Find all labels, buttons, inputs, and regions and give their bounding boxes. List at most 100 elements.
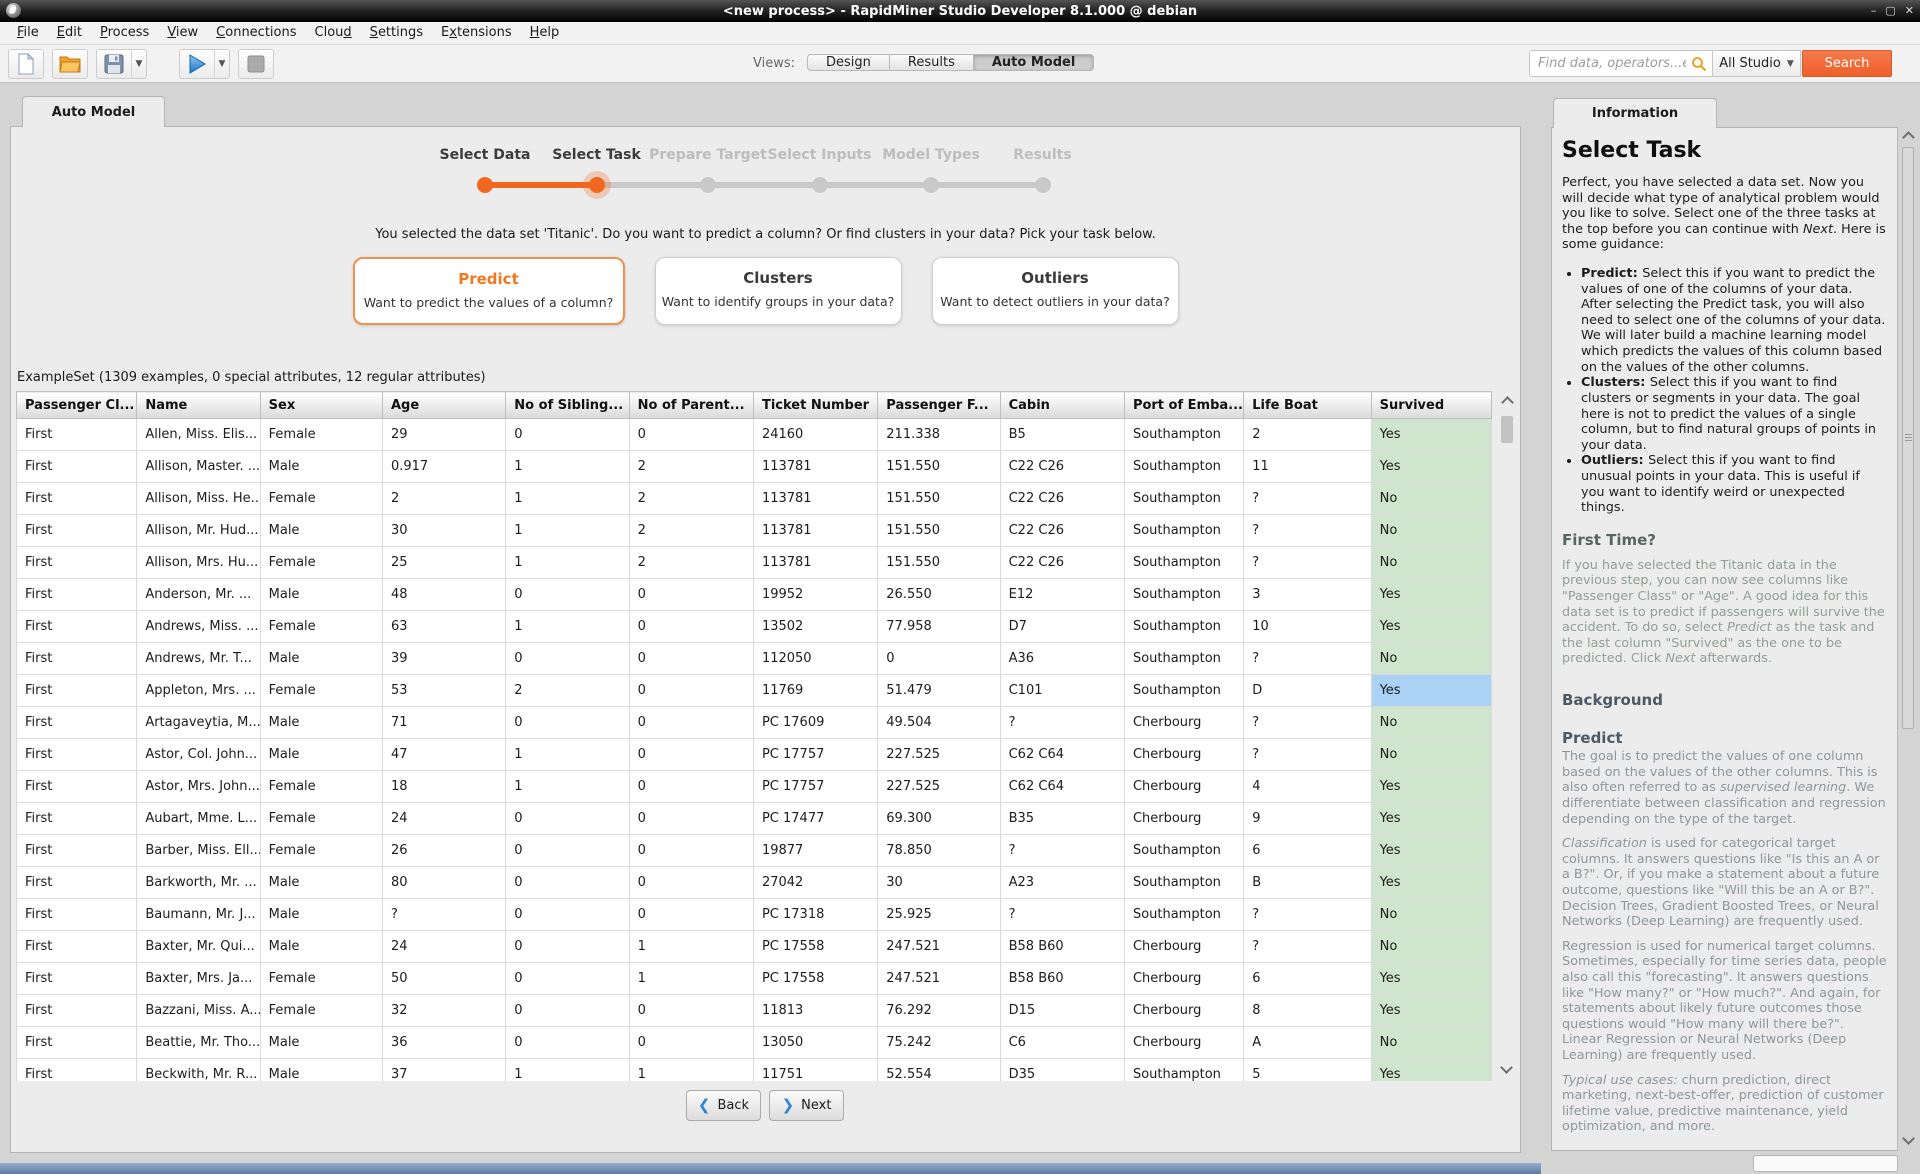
table-cell[interactable]: Southampton [1124,579,1243,611]
table-cell[interactable]: 24160 [753,419,877,451]
table-cell[interactable]: No [1371,483,1491,515]
table-cell[interactable]: First [17,963,137,995]
table-cell[interactable]: Yes [1371,995,1491,1027]
table-cell[interactable]: B58 B60 [1000,963,1124,995]
next-button[interactable]: ❯ Next [769,1090,844,1121]
table-cell[interactable]: First [17,515,137,547]
table-cell[interactable]: 52.554 [878,1059,1000,1082]
table-cell[interactable]: ? [1244,643,1371,675]
table-cell[interactable]: 0 [629,867,753,899]
table-cell[interactable]: 6 [1244,835,1371,867]
table-cell[interactable]: 247.521 [878,931,1000,963]
task-card-outliers[interactable]: OutliersWant to detect outliers in your … [932,257,1179,325]
table-cell[interactable]: PC 17318 [753,899,877,931]
table-cell[interactable]: 27042 [753,867,877,899]
table-cell[interactable]: First [17,803,137,835]
table-cell[interactable]: Allen, Miss. Elis... [137,419,260,451]
table-cell[interactable]: Yes [1371,611,1491,643]
table-cell[interactable]: Anderson, Mr. ... [137,579,260,611]
table-cell[interactable]: Cherbourg [1124,707,1243,739]
table-cell[interactable]: Female [260,995,382,1027]
table-cell[interactable]: Aubart, Mme. L... [137,803,260,835]
scroll-up-icon[interactable] [1902,131,1915,144]
column-header[interactable]: Sex [260,392,382,419]
table-cell[interactable]: C22 C26 [1000,451,1124,483]
table-cell[interactable]: 47 [382,739,505,771]
column-header[interactable]: Ticket Number [753,392,877,419]
table-cell[interactable]: Cherbourg [1124,771,1243,803]
search-input[interactable] [1529,50,1713,77]
table-cell[interactable]: B35 [1000,803,1124,835]
view-button-auto-model[interactable]: Auto Model [974,54,1094,71]
table-cell[interactable]: First [17,675,137,707]
table-cell[interactable]: 0 [506,963,629,995]
step-dot-results[interactable] [1035,177,1051,193]
table-cell[interactable]: Southampton [1124,643,1243,675]
table-cell[interactable]: Southampton [1124,835,1243,867]
maximize-icon[interactable]: ▢ [1885,0,1895,22]
table-cell[interactable]: 0 [629,771,753,803]
table-cell[interactable]: 112050 [753,643,877,675]
table-cell[interactable]: ? [1000,707,1124,739]
table-cell[interactable]: Yes [1371,803,1491,835]
table-cell[interactable]: 0 [629,995,753,1027]
table-cell[interactable]: Yes [1371,419,1491,451]
table-cell[interactable]: 4 [1244,771,1371,803]
table-cell[interactable]: First [17,643,137,675]
table-cell[interactable]: C22 C26 [1000,547,1124,579]
table-cell[interactable]: 0 [506,803,629,835]
table-cell[interactable]: 113781 [753,547,877,579]
table-cell[interactable]: Male [260,1027,382,1059]
table-cell[interactable]: 19877 [753,835,877,867]
table-cell[interactable]: Male [260,739,382,771]
table-cell[interactable]: First [17,771,137,803]
table-cell[interactable]: Artagaveytia, M... [137,707,260,739]
table-cell[interactable]: First [17,707,137,739]
table-cell[interactable]: 11751 [753,1059,877,1082]
table-cell[interactable]: 29 [382,419,505,451]
table-cell[interactable]: Male [260,899,382,931]
table-cell[interactable]: 0 [629,739,753,771]
table-cell[interactable]: First [17,579,137,611]
table-cell[interactable]: 71 [382,707,505,739]
table-cell[interactable]: 11769 [753,675,877,707]
table-cell[interactable]: 2 [629,483,753,515]
view-button-results[interactable]: Results [890,54,974,71]
table-cell[interactable]: 39 [382,643,505,675]
table-cell[interactable]: A [1244,1027,1371,1059]
table-cell[interactable]: Andrews, Miss. ... [137,611,260,643]
close-icon[interactable]: ✕ [1905,0,1914,22]
table-cell[interactable]: PC 17558 [753,931,877,963]
table-cell[interactable]: ? [1244,515,1371,547]
table-cell[interactable]: Southampton [1124,867,1243,899]
table-cell[interactable]: Southampton [1124,419,1243,451]
back-button[interactable]: ❮ Back [686,1090,761,1121]
table-cell[interactable]: ? [1244,707,1371,739]
table-cell[interactable]: 1 [506,483,629,515]
column-header[interactable]: Cabin [1000,392,1124,419]
table-cell[interactable]: 151.550 [878,483,1000,515]
table-cell[interactable]: Southampton [1124,1059,1243,1082]
open-process-button[interactable] [52,49,88,79]
table-cell[interactable]: C22 C26 [1000,515,1124,547]
table-cell[interactable]: Beckwith, Mr. R... [137,1059,260,1082]
table-cell[interactable]: 1 [506,739,629,771]
table-cell[interactable]: ? [1000,899,1124,931]
view-button-design[interactable]: Design [807,54,890,71]
table-cell[interactable]: A23 [1000,867,1124,899]
table-cell[interactable]: Cherbourg [1124,739,1243,771]
tab-auto-model[interactable]: Auto Model [22,96,165,127]
save-process-button[interactable]: ▼ [96,49,147,79]
table-cell[interactable]: 0 [506,995,629,1027]
table-cell[interactable]: ? [1244,899,1371,931]
table-cell[interactable]: No [1371,899,1491,931]
table-cell[interactable]: 49.504 [878,707,1000,739]
table-cell[interactable]: First [17,483,137,515]
minimize-icon[interactable]: – [1871,0,1877,22]
search-button[interactable]: Search [1802,50,1892,77]
table-cell[interactable]: Cherbourg [1124,931,1243,963]
table-cell[interactable]: 151.550 [878,515,1000,547]
table-cell[interactable]: 25.925 [878,899,1000,931]
table-cell[interactable]: 5 [1244,1059,1371,1082]
menu-help[interactable]: Help [521,22,569,44]
